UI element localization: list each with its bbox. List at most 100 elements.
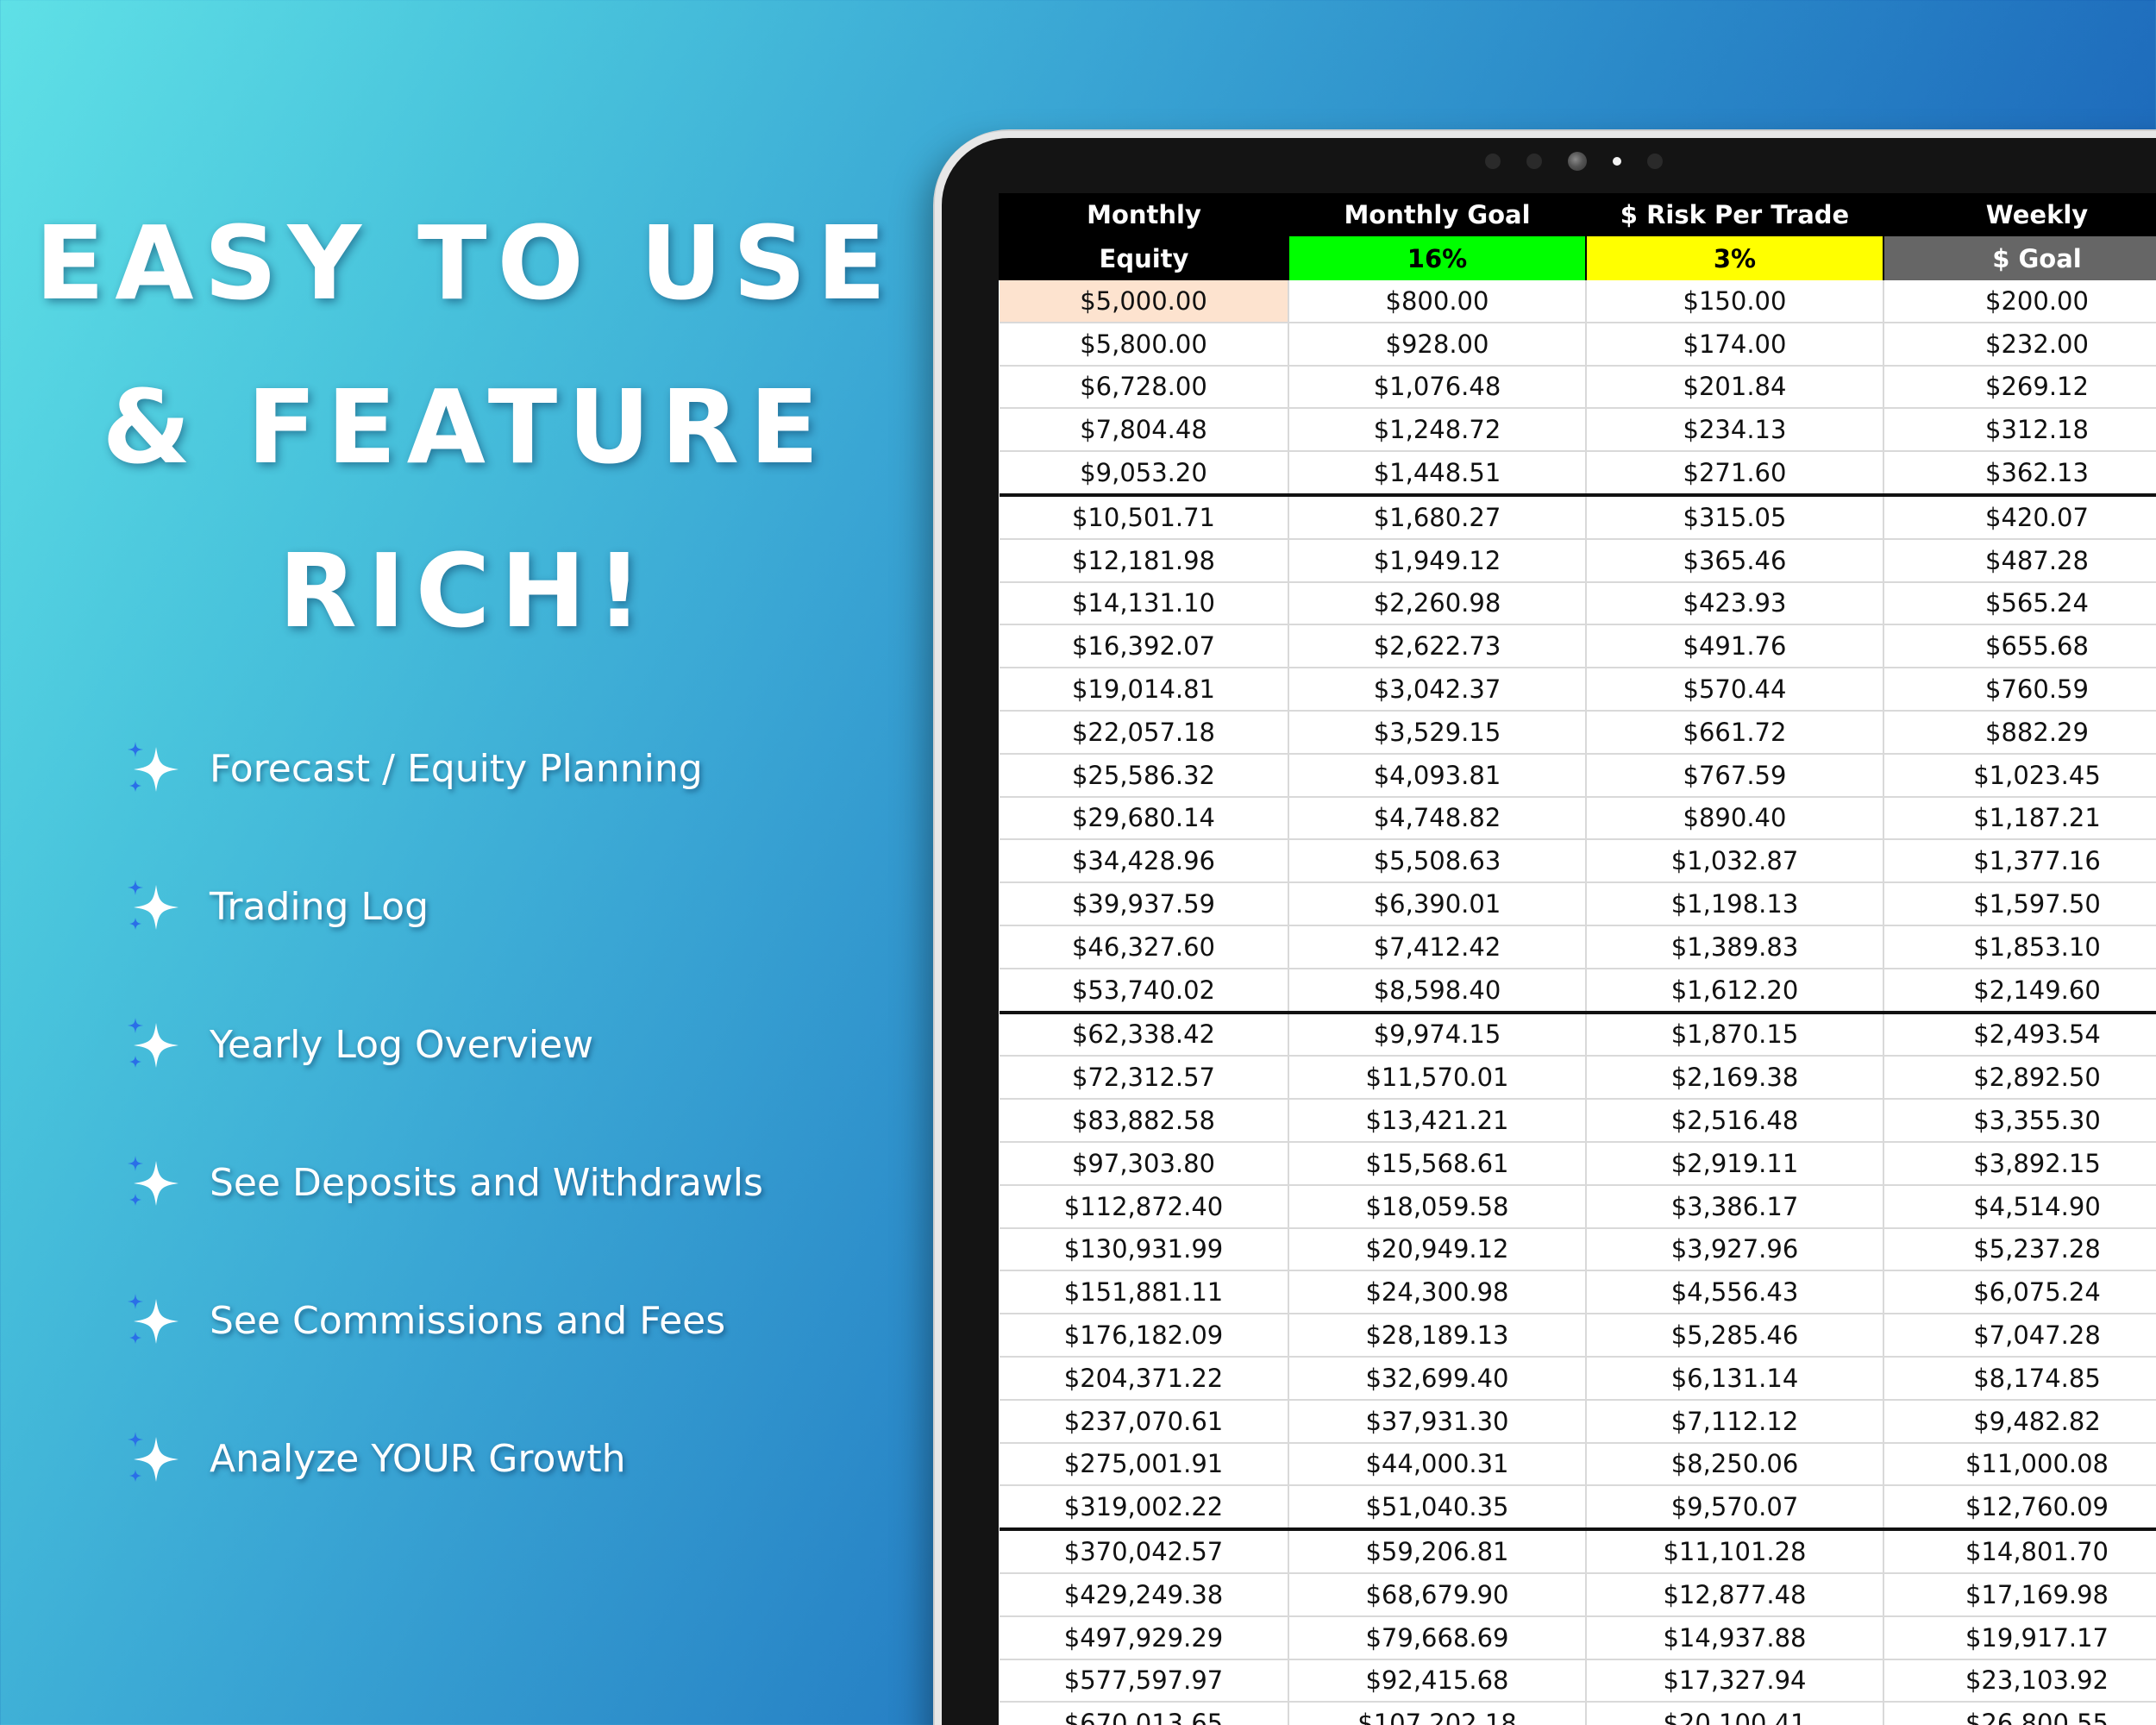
cell-monthly-goal[interactable]: $3,529.15 [1288, 710, 1586, 755]
cell-weekly-goal[interactable]: $17,169.98 [1883, 1572, 2156, 1617]
cell-monthly-equity[interactable]: $670,013.65 [1000, 1702, 1288, 1725]
cell-risk-per-trade[interactable]: $234.13 [1585, 408, 1883, 453]
cell-weekly-goal[interactable]: $12,760.09 [1883, 1485, 2156, 1532]
cell-risk-per-trade[interactable]: $20,100.41 [1585, 1702, 1883, 1725]
header-weekly-goal[interactable]: $ Goal [1883, 236, 2156, 280]
risk-percent-input[interactable]: 3% [1585, 236, 1883, 280]
cell-risk-per-trade[interactable]: $423.93 [1585, 581, 1883, 626]
cell-risk-per-trade[interactable]: $6,131.14 [1585, 1356, 1883, 1401]
cell-risk-per-trade[interactable]: $890.40 [1585, 796, 1883, 841]
cell-monthly-goal[interactable]: $5,508.63 [1288, 839, 1586, 884]
header-monthly-goal[interactable]: Monthly Goal [1288, 193, 1586, 236]
cell-monthly-goal[interactable]: $1,248.72 [1288, 408, 1586, 453]
cell-monthly-goal[interactable]: $32,699.40 [1288, 1356, 1586, 1401]
cell-monthly-goal[interactable]: $59,206.81 [1288, 1529, 1586, 1574]
cell-monthly-goal[interactable]: $13,421.21 [1288, 1099, 1586, 1143]
cell-monthly-equity[interactable]: $19,014.81 [1000, 668, 1288, 712]
cell-weekly-goal[interactable]: $1,597.50 [1883, 882, 2156, 926]
cell-monthly-equity[interactable]: $9,053.20 [1000, 451, 1288, 497]
cell-weekly-goal[interactable]: $2,149.60 [1883, 968, 2156, 1014]
header-risk-per-trade[interactable]: $ Risk Per Trade [1585, 193, 1883, 236]
cell-weekly-goal[interactable]: $882.29 [1883, 710, 2156, 755]
cell-monthly-equity[interactable]: $370,042.57 [1000, 1529, 1288, 1574]
cell-monthly-goal[interactable]: $28,189.13 [1288, 1314, 1586, 1358]
cell-risk-per-trade[interactable]: $2,516.48 [1585, 1099, 1883, 1143]
cell-monthly-goal[interactable]: $79,668.69 [1288, 1615, 1586, 1660]
cell-monthly-goal[interactable]: $68,679.90 [1288, 1572, 1586, 1617]
cell-risk-per-trade[interactable]: $2,919.11 [1585, 1141, 1883, 1186]
cell-risk-per-trade[interactable]: $174.00 [1585, 322, 1883, 367]
cell-monthly-equity[interactable]: $429,249.38 [1000, 1572, 1288, 1617]
cell-risk-per-trade[interactable]: $767.59 [1585, 753, 1883, 798]
goal-percent-input[interactable]: 16% [1288, 236, 1586, 280]
cell-monthly-equity[interactable]: $83,882.58 [1000, 1099, 1288, 1143]
cell-monthly-equity[interactable]: $204,371.22 [1000, 1356, 1288, 1401]
cell-risk-per-trade[interactable]: $491.76 [1585, 624, 1883, 669]
cell-risk-per-trade[interactable]: $9,570.07 [1585, 1485, 1883, 1532]
cell-weekly-goal[interactable]: $11,000.08 [1883, 1442, 2156, 1487]
cell-weekly-goal[interactable]: $3,892.15 [1883, 1141, 2156, 1186]
cell-weekly-goal[interactable]: $1,853.10 [1883, 925, 2156, 969]
cell-monthly-goal[interactable]: $107,202.18 [1288, 1702, 1586, 1725]
cell-weekly-goal[interactable]: $6,075.24 [1883, 1270, 2156, 1315]
cell-monthly-equity[interactable]: $53,740.02 [1000, 968, 1288, 1014]
cell-monthly-goal[interactable]: $92,415.68 [1288, 1659, 1586, 1703]
cell-weekly-goal[interactable]: $3,355.30 [1883, 1099, 2156, 1143]
cell-weekly-goal[interactable]: $487.28 [1883, 538, 2156, 583]
cell-weekly-goal[interactable]: $9,482.82 [1883, 1399, 2156, 1444]
cell-monthly-equity[interactable]: $497,929.29 [1000, 1615, 1288, 1660]
cell-weekly-goal[interactable]: $5,237.28 [1883, 1227, 2156, 1272]
cell-monthly-equity[interactable]: $6,728.00 [1000, 365, 1288, 410]
cell-risk-per-trade[interactable]: $4,556.43 [1585, 1270, 1883, 1315]
cell-risk-per-trade[interactable]: $2,169.38 [1585, 1056, 1883, 1101]
cell-risk-per-trade[interactable]: $201.84 [1585, 365, 1883, 410]
cell-monthly-equity[interactable]: $319,002.22 [1000, 1485, 1288, 1532]
cell-monthly-goal[interactable]: $37,931.30 [1288, 1399, 1586, 1444]
cell-risk-per-trade[interactable]: $3,927.96 [1585, 1227, 1883, 1272]
cell-weekly-goal[interactable]: $312.18 [1883, 408, 2156, 453]
cell-weekly-goal[interactable]: $7,047.28 [1883, 1314, 2156, 1358]
cell-risk-per-trade[interactable]: $7,112.12 [1585, 1399, 1883, 1444]
cell-risk-per-trade[interactable]: $1,032.87 [1585, 839, 1883, 884]
cell-risk-per-trade[interactable]: $3,386.17 [1585, 1184, 1883, 1229]
cell-monthly-goal[interactable]: $2,260.98 [1288, 581, 1586, 626]
cell-weekly-goal[interactable]: $760.59 [1883, 668, 2156, 712]
cell-monthly-equity[interactable]: $237,070.61 [1000, 1399, 1288, 1444]
cell-risk-per-trade[interactable]: $1,612.20 [1585, 968, 1883, 1014]
cell-risk-per-trade[interactable]: $365.46 [1585, 538, 1883, 583]
cell-monthly-goal[interactable]: $6,390.01 [1288, 882, 1586, 926]
cell-monthly-equity[interactable]: $39,937.59 [1000, 882, 1288, 926]
cell-monthly-goal[interactable]: $8,598.40 [1288, 968, 1586, 1014]
cell-weekly-goal[interactable]: $232.00 [1883, 322, 2156, 367]
cell-risk-per-trade[interactable]: $12,877.48 [1585, 1572, 1883, 1617]
cell-risk-per-trade[interactable]: $570.44 [1585, 668, 1883, 712]
cell-weekly-goal[interactable]: $14,801.70 [1883, 1529, 2156, 1574]
cell-risk-per-trade[interactable]: $150.00 [1585, 280, 1883, 323]
cell-monthly-goal[interactable]: $11,570.01 [1288, 1056, 1586, 1101]
cell-monthly-goal[interactable]: $51,040.35 [1288, 1485, 1586, 1532]
header-weekly-top[interactable]: Weekly [1883, 193, 2156, 236]
cell-weekly-goal[interactable]: $655.68 [1883, 624, 2156, 669]
cell-monthly-equity[interactable]: $112,872.40 [1000, 1184, 1288, 1229]
cell-risk-per-trade[interactable]: $661.72 [1585, 710, 1883, 755]
cell-risk-per-trade[interactable]: $14,937.88 [1585, 1615, 1883, 1660]
cell-monthly-equity[interactable]: $10,501.71 [1000, 494, 1288, 540]
cell-monthly-goal[interactable]: $1,680.27 [1288, 494, 1586, 540]
cell-weekly-goal[interactable]: $565.24 [1883, 581, 2156, 626]
cell-weekly-goal[interactable]: $200.00 [1883, 280, 2156, 323]
cell-monthly-goal[interactable]: $7,412.42 [1288, 925, 1586, 969]
cell-monthly-equity[interactable]: $97,303.80 [1000, 1141, 1288, 1186]
cell-monthly-goal[interactable]: $9,974.15 [1288, 1012, 1586, 1057]
cell-monthly-equity[interactable]: $34,428.96 [1000, 839, 1288, 884]
cell-monthly-goal[interactable]: $24,300.98 [1288, 1270, 1586, 1315]
cell-weekly-goal[interactable]: $420.07 [1883, 494, 2156, 540]
cell-monthly-equity[interactable]: $22,057.18 [1000, 710, 1288, 755]
cell-monthly-goal[interactable]: $18,059.58 [1288, 1184, 1586, 1229]
cell-monthly-goal[interactable]: $1,076.48 [1288, 365, 1586, 410]
cell-risk-per-trade[interactable]: $1,198.13 [1585, 882, 1883, 926]
cell-risk-per-trade[interactable]: $8,250.06 [1585, 1442, 1883, 1487]
cell-weekly-goal[interactable]: $269.12 [1883, 365, 2156, 410]
cell-monthly-equity[interactable]: $14,131.10 [1000, 581, 1288, 626]
cell-monthly-equity[interactable]: $176,182.09 [1000, 1314, 1288, 1358]
cell-weekly-goal[interactable]: $26,800.55 [1883, 1702, 2156, 1725]
